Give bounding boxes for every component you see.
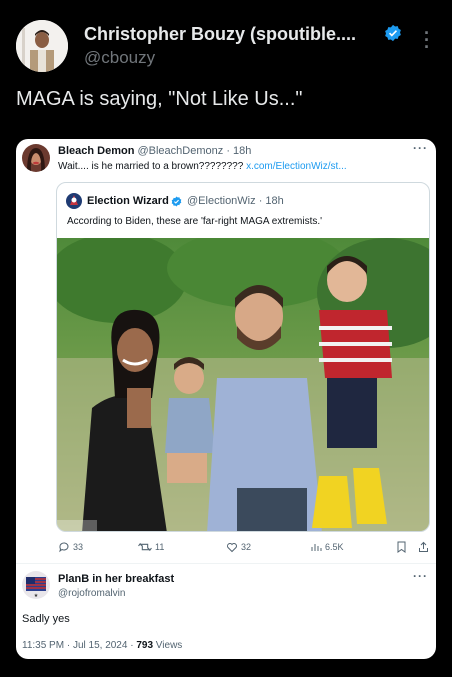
tweet-text: MAGA is saying, "Not Like Us...": [16, 88, 303, 110]
views-count: 6.5K: [325, 542, 344, 552]
share-icon: [419, 541, 428, 552]
reply-name: PlanB in her breakfast: [58, 573, 175, 585]
reply-to-avatar: [22, 144, 50, 172]
views-action[interactable]: 6.5K: [310, 541, 344, 553]
like-count: 32: [241, 542, 252, 552]
quoted-handle-line: @ElectionWiz · 18h: [187, 195, 284, 207]
family-photo: [57, 238, 429, 531]
reply-handle: @rojofromalvin: [58, 588, 126, 599]
retweet-action[interactable]: 11: [138, 541, 164, 553]
author-handle[interactable]: @cbouzy: [84, 48, 155, 68]
author-name[interactable]: Christopher Bouzy (spoutible....: [84, 24, 356, 45]
author-avatar[interactable]: [16, 20, 68, 72]
reply-avatar: ★: [22, 571, 50, 599]
like-action[interactable]: 32: [226, 541, 251, 553]
reply-action[interactable]: 33: [58, 541, 83, 553]
quoted-handle: @ElectionWiz: [187, 195, 256, 207]
reply-to-link: x.com/ElectionWiz/st...: [246, 161, 347, 172]
reply-to-text: Wait.... is he married to a brown???????…: [58, 161, 244, 172]
bookmark-icon: [397, 541, 406, 553]
verified-badge-icon: [171, 196, 182, 207]
quoted-age: · 18h: [258, 195, 284, 207]
more-options-icon: ···: [413, 141, 428, 155]
tweet-header: Christopher Bouzy (spoutible.... @cbouzy…: [0, 0, 452, 140]
reply-to-age: · 18h: [226, 145, 252, 157]
reply-meta: 11:35 PM · Jul 15, 2024 · 793 Views: [22, 640, 182, 651]
reply-icon: [59, 542, 69, 553]
bookmark-action[interactable]: [396, 541, 407, 553]
reply-views-label: Views: [153, 640, 183, 651]
quoted-text: According to Biden, these are 'far-right…: [67, 216, 323, 227]
reply-to-header: Bleach Demon @BleachDemonz · 18h: [58, 145, 251, 157]
more-options-icon: ···: [413, 569, 428, 583]
reply-to-name: Bleach Demon: [58, 145, 135, 157]
reply-to-text-line: Wait.... is he married to a brown???????…: [58, 161, 347, 172]
reply-text: Sadly yes: [22, 613, 70, 625]
quoted-avatar: [66, 193, 82, 209]
reply-timestamp: 11:35 PM · Jul 15, 2024 ·: [22, 640, 137, 651]
retweet-icon: [138, 542, 152, 552]
reply-views-count: 793: [136, 640, 154, 651]
reply-to-handle: @BleachDemonz: [137, 145, 224, 157]
action-bar: 33 11 32 6.5K: [16, 537, 436, 559]
quoted-tweet: Election Wizard @ElectionWiz · 18h Accor…: [56, 182, 430, 532]
verified-badge-icon: [385, 24, 401, 42]
more-options-icon[interactable]: · · ·: [420, 24, 434, 56]
divider: [16, 563, 436, 564]
svg-text:★: ★: [34, 593, 39, 599]
quoted-name: Election Wizard: [87, 195, 169, 207]
reply-count: 33: [73, 542, 84, 552]
views-icon: [311, 544, 322, 551]
retweet-count: 11: [155, 542, 165, 552]
like-icon: [227, 543, 237, 553]
share-action[interactable]: [418, 541, 429, 553]
screenshot-card: Bleach Demon @BleachDemonz · 18h Wait...…: [16, 139, 436, 659]
